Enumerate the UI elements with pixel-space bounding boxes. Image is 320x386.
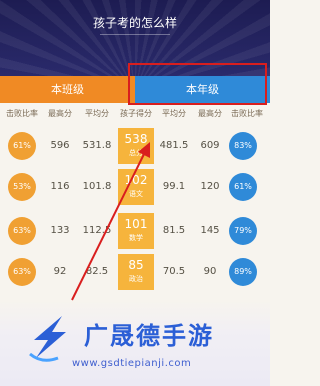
class-beat-rate-badge: 63% xyxy=(8,258,36,286)
class-beat-rate-badge: 61% xyxy=(8,132,36,160)
child-score-cell[interactable]: 101 数学 xyxy=(118,213,154,249)
grade-max-score: 120 xyxy=(200,181,220,192)
grade-beat-rate-badge: 83% xyxy=(229,132,257,160)
grade-avg-score: 481.5 xyxy=(159,140,189,151)
subject-label: 数学 xyxy=(129,234,143,242)
tab-class[interactable]: 本班级 xyxy=(0,76,135,103)
grade-avg-score: 70.5 xyxy=(162,266,186,277)
col-child-score: 孩子得分 xyxy=(120,109,152,118)
col-grade-avg: 平均分 xyxy=(162,109,186,118)
grade-max-score: 609 xyxy=(200,140,220,151)
col-grade-max: 最高分 xyxy=(198,109,222,118)
class-beat-rate-badge: 63% xyxy=(8,217,36,245)
col-class-avg: 平均分 xyxy=(85,109,109,118)
watermark-url: www.gsdtiepianji.com xyxy=(72,358,192,369)
class-max-score: 596 xyxy=(50,140,70,151)
grade-max-score: 90 xyxy=(203,266,217,277)
col-class-max: 最高分 xyxy=(48,109,72,118)
grade-beat-rate-badge: 79% xyxy=(229,217,257,245)
title-underline xyxy=(100,34,170,35)
column-headers: 击败比率 最高分 平均分 孩子得分 平均分 最高分 击败比率 xyxy=(0,108,270,124)
child-score: 538 xyxy=(124,132,148,146)
child-score-cell[interactable]: 538 总分 xyxy=(118,128,154,164)
child-score: 85 xyxy=(128,258,144,272)
grade-beat-rate-badge: 89% xyxy=(229,258,257,286)
score-row-chinese: 53% 116 101.8 102 语文 99.1 120 61% xyxy=(0,167,270,207)
score-row-math: 63% 133 112.5 101 数学 81.5 145 79% xyxy=(0,211,270,251)
child-score-cell[interactable]: 85 政治 xyxy=(118,254,154,290)
grade-beat-rate-badge: 61% xyxy=(229,173,257,201)
subject-label: 语文 xyxy=(129,190,143,198)
class-avg-score: 82.5 xyxy=(85,266,109,277)
class-avg-score: 112.5 xyxy=(82,225,112,236)
grade-avg-score: 81.5 xyxy=(162,225,186,236)
grade-tab-highlight-box xyxy=(128,63,267,105)
score-row-politics: 63% 92 82.5 85 政治 70.5 90 89% xyxy=(0,252,270,292)
class-max-score: 133 xyxy=(50,225,70,236)
child-score: 102 xyxy=(124,173,148,187)
subject-label: 政治 xyxy=(129,275,143,283)
col-grade-beat-rate: 击败比率 xyxy=(231,109,263,118)
subject-label: 总分 xyxy=(129,149,143,157)
class-beat-rate-badge: 53% xyxy=(8,173,36,201)
class-max-score: 92 xyxy=(53,266,67,277)
class-avg-score: 101.8 xyxy=(82,181,112,192)
class-avg-score: 531.8 xyxy=(82,140,112,151)
grade-avg-score: 99.1 xyxy=(162,181,186,192)
child-score: 101 xyxy=(124,217,148,231)
watermark-logo-icon xyxy=(29,316,66,362)
watermark-name: 广晟德手游 xyxy=(84,322,214,350)
class-max-score: 116 xyxy=(50,181,70,192)
page-title: 孩子考的怎么样 xyxy=(92,16,177,30)
col-class-beat-rate: 击败比率 xyxy=(6,109,38,118)
score-row-total: 61% 596 531.8 538 总分 481.5 609 83% xyxy=(0,126,270,166)
child-score-cell[interactable]: 102 语文 xyxy=(118,169,154,205)
grade-max-score: 145 xyxy=(200,225,220,236)
